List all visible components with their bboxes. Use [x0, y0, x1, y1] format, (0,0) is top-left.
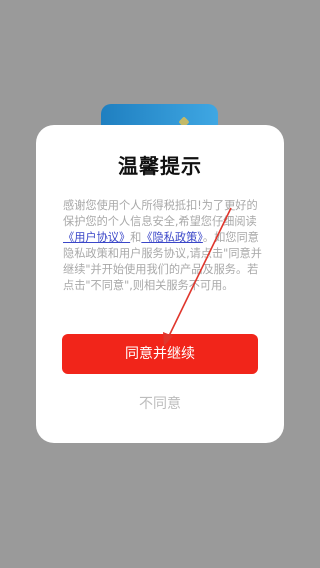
- privacy-policy-link[interactable]: 《隐私政策》: [141, 231, 203, 244]
- body-text-and: 和: [130, 231, 142, 244]
- user-agreement-link[interactable]: 《用户协议》: [63, 231, 130, 244]
- privacy-dialog: 温馨提示 感谢您使用个人所得税抵扣!为了更好的保护您的个人信息安全,希望您仔细阅…: [36, 125, 284, 443]
- dialog-body: 感谢您使用个人所得税抵扣!为了更好的保护您的个人信息安全,希望您仔细阅读《用户协…: [63, 198, 263, 294]
- dialog-title: 温馨提示: [118, 154, 202, 178]
- body-text-intro: 感谢您使用个人所得税抵扣!为了更好的保护您的个人信息安全,希望您仔细阅读: [63, 199, 258, 228]
- disagree-button[interactable]: 不同意: [62, 389, 258, 419]
- agree-continue-button[interactable]: 同意并继续: [62, 334, 258, 374]
